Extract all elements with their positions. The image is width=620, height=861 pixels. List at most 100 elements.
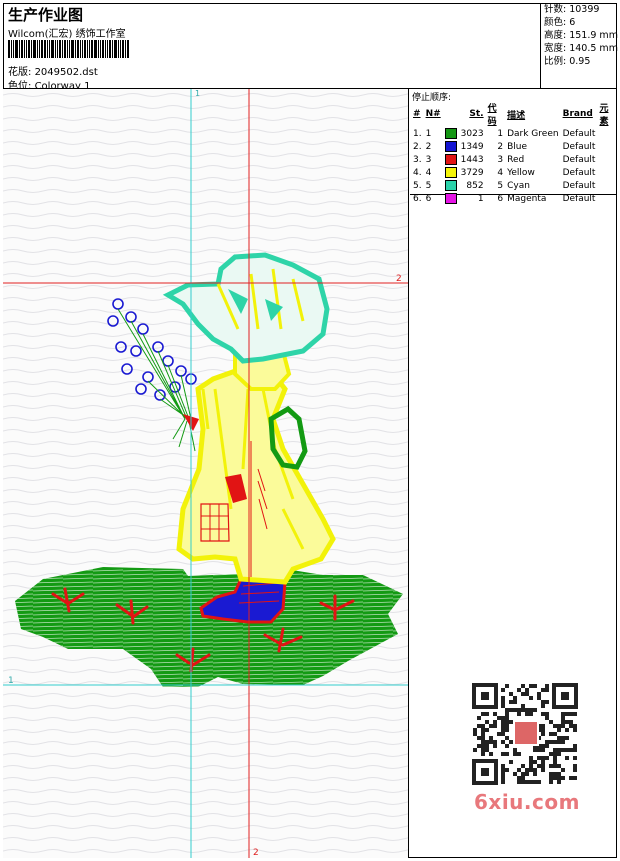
qr-cell [537, 748, 541, 752]
qr-cell [573, 728, 577, 732]
barcode-bar [118, 40, 119, 58]
row-elem [597, 179, 617, 192]
barcode-bar [105, 40, 106, 58]
qr-cell [573, 744, 577, 748]
qr-cell [541, 744, 545, 748]
row-elem [597, 127, 617, 140]
barcode-bar [59, 40, 61, 58]
qr-cell [561, 748, 565, 752]
qr-cell [477, 716, 481, 720]
qr-cell [521, 708, 525, 712]
row-code: 4 [497, 167, 504, 178]
stat-height: 高度: 151.9 mm [544, 30, 618, 41]
row-desc: Red [507, 154, 525, 165]
qr-cell [481, 712, 485, 716]
sequence-row[interactable]: 6. 6 1 6 Magenta Default [411, 192, 617, 205]
qr-cell [489, 724, 493, 728]
barcode-bar [15, 40, 18, 58]
design-canvas[interactable]: 1 2 1 2 [3, 89, 409, 858]
qr-cell [517, 776, 521, 780]
col-code: 代码 [487, 104, 497, 127]
barcode-bar [112, 40, 113, 58]
color-swatch [444, 141, 457, 152]
qr-cell [557, 764, 561, 768]
qr-cell [553, 760, 557, 764]
qr-cell [505, 752, 509, 756]
qr-cell [533, 760, 537, 764]
color-swatch [444, 154, 457, 165]
sequence-row[interactable]: 2. 2 1349 2 Blue Default [411, 140, 617, 153]
qr-cell [529, 696, 533, 700]
qr-cell [537, 756, 541, 760]
barcode-bar [37, 40, 38, 58]
qr-cell [541, 688, 545, 692]
qr-cell [561, 720, 565, 724]
qr-cell [477, 744, 481, 748]
barcode-icon [8, 40, 143, 58]
sequence-row[interactable]: 1. 1 3023 1 Dark Green Default [411, 127, 617, 140]
barcode-bar [77, 40, 79, 58]
sequence-row[interactable]: 5. 5 852 5 Cyan Default [411, 179, 617, 192]
row-needle: 6 [425, 193, 432, 204]
barcode-bar [87, 40, 88, 58]
qr-cell [561, 740, 565, 744]
barcode-bar [107, 40, 108, 58]
row-stitches: 1349 [460, 141, 484, 152]
row-brand: Default [562, 141, 596, 152]
row-code: 1 [497, 128, 504, 139]
qr-cell [521, 764, 525, 768]
qr-cell [541, 748, 545, 752]
guide-label-h2: 2 [396, 274, 402, 284]
row-num: 1. [413, 128, 422, 139]
row-stitches: 3023 [460, 128, 484, 139]
qr-cell [533, 684, 537, 688]
row-swatch [443, 127, 459, 140]
qr-cell [545, 684, 549, 688]
qr-cell [489, 752, 493, 756]
qr-cell [501, 720, 505, 724]
qr-cell [561, 768, 565, 772]
qr-seal-icon [513, 720, 539, 746]
qr-cell [505, 768, 509, 772]
barcode-bar [102, 40, 104, 58]
color-swatch [444, 128, 457, 139]
qr-cell [501, 696, 505, 700]
qr-cell [549, 752, 553, 756]
qr-cell [501, 688, 505, 692]
qr-cell [513, 748, 517, 752]
qr-cell [493, 724, 497, 728]
barcode-bar [89, 40, 90, 58]
qr-cell [485, 748, 489, 752]
embroidery-design: 1 2 1 2 [3, 89, 408, 858]
barcode-bar [33, 40, 36, 58]
qr-cell [549, 764, 553, 768]
qr-cell [501, 764, 505, 768]
qr-cell [481, 728, 485, 732]
qr-cell [501, 768, 505, 772]
page-title: 生产作业图 [8, 6, 84, 24]
row-num: 4. [413, 167, 422, 178]
guide-label-v1: 1 [195, 89, 200, 98]
sequence-row[interactable]: 3. 3 1443 3 Red Default [411, 153, 617, 166]
qr-cell [493, 744, 497, 748]
qr-cell [485, 728, 489, 732]
qr-cell [493, 720, 497, 724]
sequence-table: # N# St. 代码 描述 Brand 元素 1. 1 3023 1 Dark Gre… [411, 101, 617, 205]
sequence-row[interactable]: 4. 4 3729 4 Yellow Default [411, 166, 617, 179]
barcode-bar [51, 40, 54, 58]
qr-cell [565, 756, 569, 760]
qr-cell [525, 688, 529, 692]
barcode-bar [91, 40, 93, 58]
qr-cell [557, 748, 561, 752]
row-num: 3. [413, 154, 422, 165]
row-stitches: 1443 [460, 154, 484, 165]
watermark: 6xiu.com [474, 790, 580, 814]
qr-cell [549, 776, 553, 780]
row-code: 5 [497, 180, 504, 191]
qr-cell [541, 704, 545, 708]
qr-cell [505, 736, 509, 740]
qr-cell [553, 776, 557, 780]
qr-cell [505, 744, 509, 748]
barcode-bar [11, 40, 12, 58]
qr-cell [513, 752, 517, 756]
